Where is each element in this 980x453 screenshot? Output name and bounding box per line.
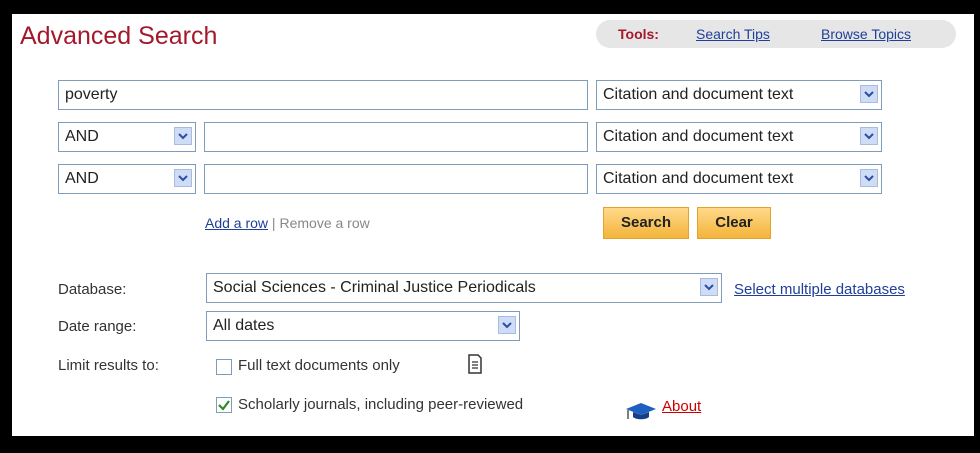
- row-links-separator: |: [268, 215, 280, 231]
- tools-bar: Tools: Search Tips Browse Topics: [596, 20, 956, 48]
- remove-row-link[interactable]: Remove a row: [279, 215, 369, 231]
- tools-label: Tools:: [618, 26, 659, 42]
- search-field-select-3[interactable]: Citation and document text: [596, 164, 882, 194]
- scholarly-journals-checkbox[interactable]: [216, 397, 232, 413]
- row-links: Add a row | Remove a row: [205, 215, 370, 231]
- chevron-down-icon: [174, 127, 192, 145]
- database-select[interactable]: Social Sciences - Criminal Justice Perio…: [206, 273, 722, 303]
- search-button[interactable]: Search: [603, 207, 689, 239]
- database-label: Database:: [58, 281, 127, 298]
- search-term-input-2[interactable]: [204, 122, 588, 152]
- search-tips-link[interactable]: Search Tips: [696, 20, 770, 48]
- date-range-label: Date range:: [58, 318, 137, 335]
- database-select-value: Social Sciences - Criminal Justice Perio…: [213, 279, 536, 296]
- boolean-operator-select-3[interactable]: AND: [58, 164, 196, 194]
- document-icon: [467, 354, 483, 379]
- select-multiple-databases-link[interactable]: Select multiple databases: [734, 281, 905, 298]
- search-field-select-3-value: Citation and document text: [603, 170, 794, 187]
- chevron-down-icon: [860, 85, 878, 103]
- check-icon: [218, 400, 230, 411]
- graduation-cap-icon: [624, 401, 658, 428]
- page-title: Advanced Search: [20, 22, 218, 50]
- boolean-operator-select-2[interactable]: AND: [58, 122, 196, 152]
- boolean-operator-value-3: AND: [65, 170, 99, 187]
- date-range-select-value: All dates: [213, 317, 275, 334]
- scholarly-journals-label: Scholarly journals, including peer-revie…: [238, 396, 524, 413]
- search-field-select-2[interactable]: Citation and document text: [596, 122, 882, 152]
- full-text-label: Full text documents only: [238, 357, 400, 374]
- chevron-down-icon: [700, 278, 718, 296]
- browse-topics-link[interactable]: Browse Topics: [821, 20, 911, 48]
- boolean-operator-value-2: AND: [65, 128, 99, 145]
- full-text-checkbox[interactable]: [216, 359, 232, 375]
- search-field-select-1-value: Citation and document text: [603, 86, 794, 103]
- date-range-select[interactable]: All dates: [206, 311, 520, 341]
- chevron-down-icon: [860, 169, 878, 187]
- chevron-down-icon: [860, 127, 878, 145]
- search-term-input-1[interactable]: poverty: [58, 80, 588, 110]
- chevron-down-icon: [174, 169, 192, 187]
- limit-results-label: Limit results to:: [58, 357, 159, 374]
- search-field-select-1[interactable]: Citation and document text: [596, 80, 882, 110]
- add-row-link[interactable]: Add a row: [205, 215, 268, 231]
- about-link[interactable]: About: [662, 398, 701, 415]
- clear-button[interactable]: Clear: [697, 207, 771, 239]
- search-term-input-3[interactable]: [204, 164, 588, 194]
- chevron-down-icon: [498, 316, 516, 334]
- search-field-select-2-value: Citation and document text: [603, 128, 794, 145]
